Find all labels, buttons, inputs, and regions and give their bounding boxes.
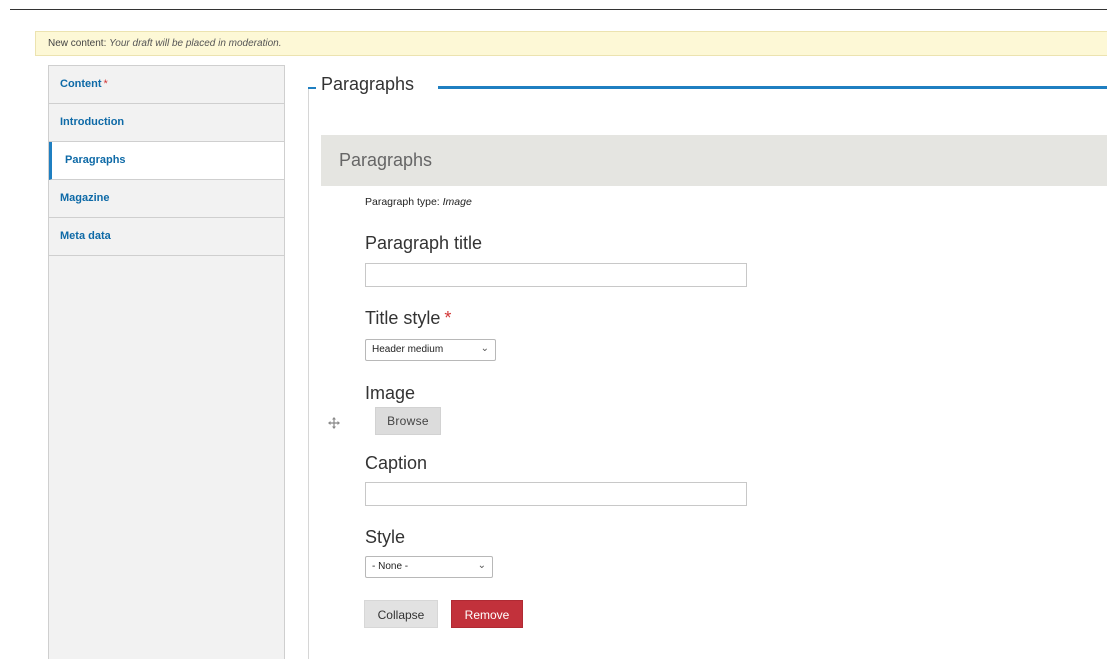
notice-message: Your draft will be placed in moderation.	[109, 38, 282, 49]
chevron-down-icon: ⌄	[480, 343, 489, 354]
style-select[interactable]: - None - ⌄	[365, 556, 493, 578]
caption-label: Caption	[365, 453, 428, 473]
legend-rule-right	[438, 86, 1107, 89]
chevron-down-icon: ⌄	[477, 560, 486, 571]
image-label: Image	[365, 383, 416, 403]
browse-button[interactable]: Browse	[375, 407, 441, 435]
required-marker: *	[444, 308, 452, 328]
notice-prefix: New content:	[48, 38, 107, 49]
paragraphs-table-header: Paragraphs	[321, 135, 1107, 186]
tab-paragraphs-label: Paragraphs	[65, 154, 126, 166]
required-marker: *	[103, 78, 108, 90]
tab-paragraphs[interactable]: Paragraphs	[49, 142, 284, 180]
fieldset-border	[308, 87, 309, 659]
moderation-notice: New content: Your draft will be placed i…	[35, 31, 1107, 56]
tab-meta-data[interactable]: Meta data	[49, 218, 284, 256]
caption-input[interactable]	[365, 482, 747, 506]
style-selected: - None -	[372, 561, 409, 572]
tab-content[interactable]: Content *	[49, 66, 284, 104]
tab-magazine[interactable]: Magazine	[49, 180, 284, 218]
paragraph-title-label: Paragraph title	[365, 233, 483, 253]
tab-meta-data-label: Meta data	[60, 230, 111, 242]
title-style-label: Title style *	[365, 308, 451, 329]
paragraph-title-input[interactable]	[365, 263, 747, 287]
paragraph-type-value: Image	[442, 196, 472, 208]
tab-introduction[interactable]: Introduction	[49, 104, 284, 142]
tab-introduction-label: Introduction	[60, 116, 125, 128]
paragraphs-fieldset: Paragraphs Paragraphs Paragraph type: Im…	[285, 65, 1107, 659]
collapse-button[interactable]: Collapse	[364, 600, 438, 628]
paragraph-type-prefix: Paragraph type:	[365, 196, 440, 208]
top-divider	[10, 9, 1107, 10]
remove-button[interactable]: Remove	[451, 600, 523, 628]
title-style-label-text: Title style	[365, 308, 441, 328]
title-style-select[interactable]: Header medium ⌄	[365, 339, 496, 361]
vertical-tabs: Content * Introduction Paragraphs Magazin…	[48, 65, 285, 659]
fieldset-legend: Paragraphs	[321, 74, 415, 94]
style-label: Style	[365, 527, 406, 547]
paragraph-type: Paragraph type: Image	[365, 196, 472, 208]
legend-rule-left	[308, 87, 316, 89]
tab-magazine-label: Magazine	[60, 192, 110, 204]
drag-handle-icon[interactable]	[328, 417, 340, 432]
drag-arrows-icon	[328, 417, 340, 429]
tab-content-label: Content	[60, 78, 102, 90]
title-style-selected: Header medium	[372, 344, 444, 355]
